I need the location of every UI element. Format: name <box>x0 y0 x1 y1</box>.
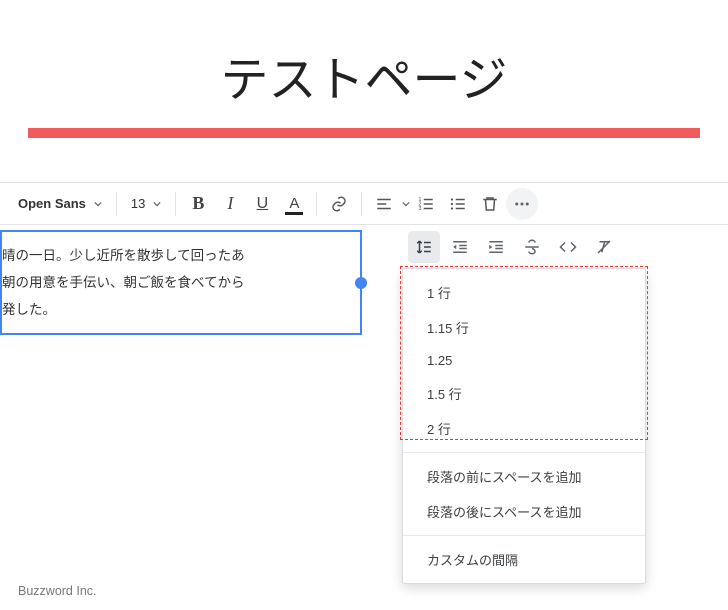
delete-button[interactable] <box>474 188 506 220</box>
code-button[interactable] <box>552 231 584 263</box>
editor-text-line: 朝の用意を手伝い、朝ご飯を食べてから <box>2 269 348 296</box>
font-family-label: Open Sans <box>18 196 86 211</box>
footer-credit: Buzzword Inc. <box>18 584 97 598</box>
svg-text:3: 3 <box>419 206 422 212</box>
decrease-indent-icon <box>451 238 469 256</box>
numbered-list-button[interactable]: 123 <box>410 188 442 220</box>
spacing-option-1-25[interactable]: 1.25 <box>403 345 645 376</box>
editor-text-line: 晴の一日。少し近所を散歩して回ったあ <box>2 242 348 269</box>
italic-button[interactable]: I <box>214 188 246 220</box>
underline-button[interactable]: U <box>246 188 278 220</box>
bullet-list-button[interactable] <box>442 188 474 220</box>
spacing-option-2[interactable]: 2 行 <box>403 411 645 446</box>
decrease-indent-button[interactable] <box>444 231 476 263</box>
line-spacing-button[interactable] <box>408 231 440 263</box>
editor-selected-block[interactable]: 晴の一日。少し近所を散歩して回ったあ 朝の用意を手伝い、朝ご飯を食べてから 発し… <box>0 230 362 335</box>
link-button[interactable] <box>323 188 355 220</box>
page-title: テストページ <box>0 0 728 128</box>
font-family-select[interactable]: Open Sans <box>10 190 110 217</box>
caret-down-icon <box>94 200 102 208</box>
spacing-option-1-5[interactable]: 1.5 行 <box>403 376 645 411</box>
add-space-after-paragraph[interactable]: 段落の後にスペースを追加 <box>403 494 645 529</box>
numbered-list-icon: 123 <box>417 195 435 213</box>
bullet-list-icon <box>449 195 467 213</box>
spacing-option-1[interactable]: 1 行 <box>403 275 645 310</box>
custom-spacing[interactable]: カスタムの間隔 <box>403 542 645 577</box>
bold-button[interactable]: B <box>182 188 214 220</box>
align-left-icon <box>375 195 393 213</box>
more-button[interactable] <box>506 188 538 220</box>
code-icon <box>559 238 577 256</box>
strikethrough-button[interactable] <box>516 231 548 263</box>
clear-formatting-button[interactable] <box>588 231 620 263</box>
more-horizontal-icon <box>513 195 531 213</box>
align-button[interactable] <box>368 188 400 220</box>
strikethrough-icon <box>523 238 541 256</box>
add-space-before-paragraph[interactable]: 段落の前にスペースを追加 <box>403 459 645 494</box>
main-toolbar: Open Sans 13 B I U A 123 <box>0 182 728 225</box>
link-icon <box>330 195 348 213</box>
spacing-option-1-15[interactable]: 1.15 行 <box>403 310 645 345</box>
text-color-button[interactable]: A <box>278 188 310 220</box>
editor-text-line: 発した。 <box>2 296 348 323</box>
increase-indent-button[interactable] <box>480 231 512 263</box>
caret-down-icon <box>402 200 410 208</box>
font-size-label: 13 <box>131 196 145 211</box>
increase-indent-icon <box>487 238 505 256</box>
line-spacing-icon <box>415 238 433 256</box>
caret-down-icon <box>153 200 161 208</box>
trash-icon <box>481 195 499 213</box>
clear-format-icon <box>595 238 613 256</box>
title-underline <box>28 128 700 138</box>
font-size-select[interactable]: 13 <box>123 190 169 217</box>
line-spacing-menu: 1 行 1.15 行 1.25 1.5 行 2 行 段落の前にスペースを追加 段… <box>402 268 646 584</box>
selection-handle[interactable] <box>355 277 367 289</box>
